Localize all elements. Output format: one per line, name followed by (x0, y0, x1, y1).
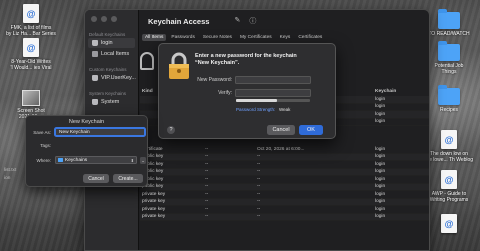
save-as-label: Save As: (33, 130, 51, 135)
window-controls (91, 16, 117, 22)
new-password-label: New Password: (197, 77, 232, 83)
cancel-button[interactable]: Cancel (267, 125, 295, 135)
dialog-title: New Keychain (68, 119, 105, 125)
help-button[interactable]: ? (167, 126, 175, 134)
desktop-doc-viral[interactable]: @ 8-Year-Old Writes 'I Would... ies Vira… (0, 38, 62, 71)
table-row[interactable]: public key -- -- login (140, 161, 429, 169)
sidebar-item-label: login (101, 40, 113, 46)
column-keychain[interactable]: Keychain (373, 89, 429, 94)
sidebar-item-label: VIP.UserKey... (101, 75, 136, 81)
sidebar-item-vip-userkey[interactable]: VIP.UserKey... (88, 73, 136, 83)
tab-keys[interactable]: Keys (277, 34, 294, 41)
desktop-doc-fmk[interactable]: @ FMK, a list of films by Liz Ha... Bar … (0, 4, 62, 37)
ok-button[interactable]: OK (299, 125, 323, 135)
image-thumbnail-icon (22, 90, 40, 106)
category-tabs: All Items Passwords Secure Notes My Cert… (140, 32, 429, 43)
background-window-text: list.txt (4, 168, 17, 173)
save-as-field[interactable]: New Keychain (55, 128, 145, 136)
close-window-button[interactable] (91, 16, 97, 22)
sidebar-item-system[interactable]: System (88, 97, 135, 107)
table-row[interactable]: private key -- -- login (140, 206, 429, 214)
table-row[interactable]: private key -- -- login (140, 213, 429, 221)
lock-icon (92, 40, 98, 46)
new-keychain-dialog: New Keychain Save As: New Keychain Tags:… (25, 115, 148, 187)
sidebar-item-label: System (101, 99, 120, 105)
folder-icon (438, 85, 460, 105)
where-select[interactable]: Keychains ⬍ (55, 156, 137, 164)
sidebar-item-label: Local Items (101, 51, 130, 57)
folder-icon (58, 158, 63, 162)
sidebar-heading-default: Default Keychains (89, 32, 126, 37)
table-row[interactable]: public key -- -- login (140, 168, 429, 176)
password-strength-fill (236, 99, 277, 102)
new-password-field[interactable] (235, 76, 311, 84)
key-icon (140, 52, 154, 70)
window-title: Keychain Access (148, 16, 210, 26)
table-row[interactable]: private key -- -- login (140, 198, 429, 206)
where-label: Where: (36, 158, 51, 163)
document-icon: @ (23, 38, 39, 57)
edit-icon[interactable]: ✎ (234, 16, 240, 26)
password-strength-value: Weak (279, 107, 291, 112)
document-icon: @ (441, 214, 457, 233)
tab-all-items[interactable]: All Items (142, 34, 167, 41)
tab-certificates[interactable]: Certificates (295, 34, 325, 41)
table-row[interactable]: private key -- -- login (140, 191, 429, 199)
sidebar-heading-system: System Keychains (89, 91, 127, 96)
tab-passwords[interactable]: Passwords (168, 34, 197, 41)
table-row[interactable]: public key -- -- login (140, 176, 429, 184)
verify-password-field[interactable] (235, 89, 311, 97)
keychain-lock-icon (169, 52, 189, 79)
new-password-sheet: Enter a new password for the keychain “N… (158, 43, 336, 139)
document-icon: @ (441, 170, 457, 189)
folder-icon (92, 51, 98, 57)
tab-secure-notes[interactable]: Secure Notes (200, 34, 235, 41)
lock-icon (92, 75, 98, 81)
table-row[interactable]: public key -- -- login (140, 183, 429, 191)
sidebar-item-login[interactable]: login (88, 38, 135, 48)
verify-label: Verify: (218, 90, 232, 96)
tags-label: Tags: (40, 143, 51, 148)
document-icon: @ (23, 4, 39, 23)
background-window-text: ion (4, 176, 11, 181)
sidebar-heading-custom: Custom Keychains (89, 67, 127, 72)
tab-my-certificates[interactable]: My Certificates (237, 34, 275, 41)
zoom-window-button[interactable] (111, 16, 117, 22)
chevron-up-down-icon: ⬍ (130, 157, 134, 163)
table-row[interactable]: public key -- -- login (140, 153, 429, 161)
expand-browser-button[interactable]: ⌄ (140, 157, 146, 164)
sidebar-item-local-items[interactable]: Local Items (88, 49, 135, 59)
info-icon[interactable]: ⓘ (249, 16, 256, 26)
password-strength-bar (236, 99, 310, 102)
lock-icon (92, 99, 98, 105)
folder-icon (438, 9, 460, 29)
tags-field[interactable] (55, 141, 145, 149)
sheet-title: Enter a new password for the keychain “N… (195, 53, 297, 66)
keychain-titlebar: Keychain Access ✎ ⓘ (140, 10, 429, 32)
minimize-window-button[interactable] (101, 16, 107, 22)
table-row[interactable]: certificate -- Oct 20, 2026 at 6:00... logi… (140, 146, 429, 154)
document-icon: @ (441, 130, 457, 149)
password-strength-label[interactable]: Password Strength: (236, 107, 275, 112)
cancel-button[interactable]: Cancel (83, 174, 109, 183)
create-button[interactable]: Create... (113, 174, 143, 183)
folder-icon (438, 41, 460, 61)
